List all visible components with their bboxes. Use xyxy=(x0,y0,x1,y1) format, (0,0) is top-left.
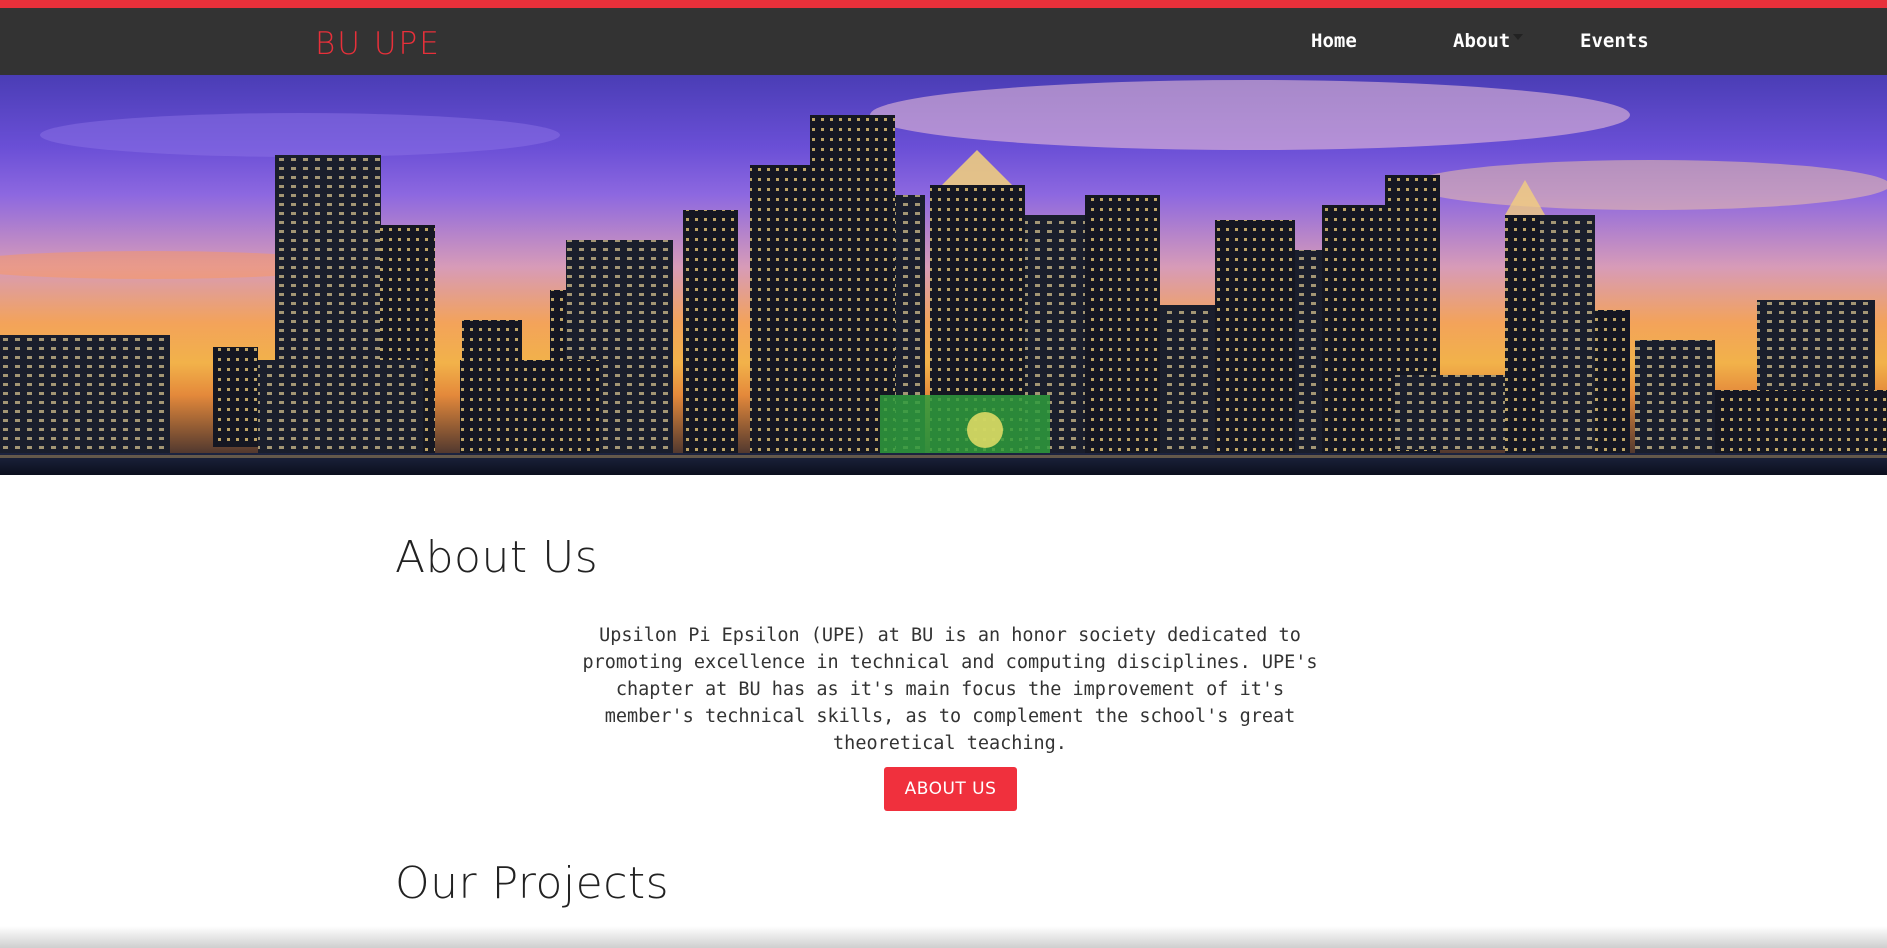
scroll-fade xyxy=(0,926,1887,948)
hero-skyline-image xyxy=(0,75,1887,475)
our-projects-heading: Our Projects xyxy=(395,858,670,909)
nav-home-link[interactable]: Home xyxy=(1311,30,1357,52)
nav-about-dropdown[interactable]: About xyxy=(1453,30,1524,52)
about-us-heading: About Us xyxy=(395,532,599,583)
about-us-description: Upsilon Pi Epsilon (UPE) at BU is an hon… xyxy=(582,625,1318,754)
about-us-button[interactable]: ABOUT US xyxy=(884,767,1017,811)
nav-about-label: About xyxy=(1453,30,1511,52)
skyline-illustration xyxy=(0,80,1887,475)
nav-events-link[interactable]: Events xyxy=(1580,30,1649,52)
top-navbar: BU UPE Home About Events xyxy=(0,0,1887,75)
brand-logo[interactable]: BU UPE xyxy=(315,26,441,62)
chevron-down-icon xyxy=(1513,34,1524,40)
